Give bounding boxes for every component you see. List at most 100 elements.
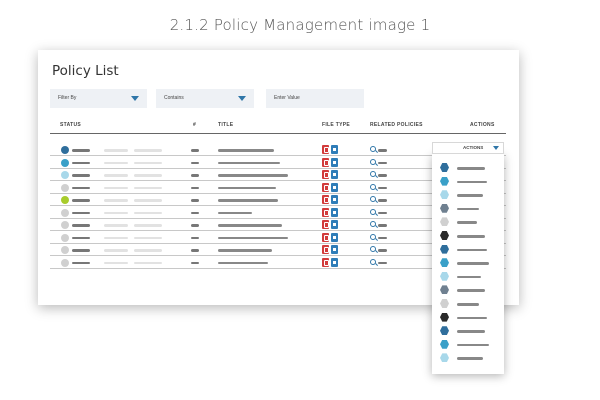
chevron-down-icon <box>238 96 246 101</box>
actions-menu-item[interactable] <box>432 271 504 284</box>
title-link-placeholder[interactable] <box>218 211 252 214</box>
number-placeholder <box>191 224 199 227</box>
related-policies-placeholder[interactable] <box>378 186 387 189</box>
menu-item-label-placeholder <box>457 221 477 224</box>
doc-icon[interactable] <box>331 220 338 229</box>
pdf-icon[interactable] <box>322 220 329 229</box>
pdf-icon[interactable] <box>322 182 329 192</box>
related-policies-placeholder[interactable] <box>378 174 387 177</box>
search-icon[interactable] <box>370 158 376 165</box>
search-icon[interactable] <box>370 146 376 152</box>
title-link-placeholder[interactable] <box>218 261 268 264</box>
related-policies-placeholder[interactable] <box>378 149 387 152</box>
actions-menu-item[interactable] <box>432 216 504 229</box>
actions-menu-item[interactable] <box>432 257 504 270</box>
actions-menu-item[interactable] <box>432 284 504 297</box>
actions-button-label: ACTIONS <box>463 145 484 150</box>
filter-by-select[interactable]: Filter By <box>50 89 147 108</box>
doc-icon[interactable] <box>331 195 338 204</box>
pdf-icon[interactable] <box>322 145 329 154</box>
status-text-placeholder <box>72 261 90 264</box>
actions-menu-item[interactable] <box>432 352 504 365</box>
title-link-placeholder[interactable] <box>218 236 288 239</box>
pdf-icon[interactable] <box>322 257 329 267</box>
doc-icon[interactable] <box>331 170 338 179</box>
status-dot <box>61 233 69 242</box>
title-link-placeholder[interactable] <box>218 186 276 189</box>
actions-menu-item[interactable] <box>432 189 504 202</box>
header-title[interactable]: TITLE <box>218 122 233 128</box>
header-number[interactable]: # <box>193 122 196 128</box>
doc-icon[interactable] <box>331 157 338 167</box>
title-link-placeholder[interactable] <box>218 249 272 252</box>
menu-item-label-placeholder <box>457 262 489 265</box>
pdf-icon[interactable] <box>322 245 329 254</box>
status-text-placeholder <box>72 236 90 239</box>
search-icon[interactable] <box>370 233 376 240</box>
search-icon[interactable] <box>370 221 376 227</box>
actions-menu-item[interactable] <box>432 230 504 243</box>
status-dot <box>61 246 69 254</box>
menu-item-label-placeholder <box>457 167 485 170</box>
pdf-icon[interactable] <box>322 232 329 242</box>
title-link-placeholder[interactable] <box>218 224 282 227</box>
doc-icon[interactable] <box>331 207 338 217</box>
doc-icon[interactable] <box>331 145 338 154</box>
pdf-icon[interactable] <box>322 195 329 204</box>
enter-value-input[interactable]: Enter Value <box>266 89 364 108</box>
hexagon-icon <box>440 339 449 349</box>
status-text-placeholder <box>72 149 90 152</box>
search-icon[interactable] <box>370 171 376 177</box>
menu-item-label-placeholder <box>457 303 479 306</box>
header-actions[interactable]: ACTIONS <box>470 122 495 128</box>
related-policies-placeholder[interactable] <box>378 199 387 202</box>
related-policies-placeholder[interactable] <box>378 211 387 214</box>
menu-item-label-placeholder <box>457 316 487 320</box>
doc-icon[interactable] <box>331 232 338 242</box>
doc-icon[interactable] <box>331 245 338 254</box>
title-link-placeholder[interactable] <box>218 174 288 177</box>
pdf-icon[interactable] <box>322 157 329 167</box>
actions-menu-item[interactable] <box>432 162 504 175</box>
status-dot <box>61 183 69 192</box>
actions-menu-item[interactable] <box>432 244 504 257</box>
hexagon-icon <box>440 217 449 227</box>
actions-button[interactable]: ACTIONS <box>432 142 504 154</box>
search-icon[interactable] <box>370 183 376 190</box>
header-related-policies[interactable]: RELATED POLICIES <box>370 122 423 128</box>
text-placeholder <box>134 199 162 202</box>
header-status[interactable]: STATUS <box>60 122 81 128</box>
pdf-icon[interactable] <box>322 170 329 179</box>
title-link-placeholder[interactable] <box>218 161 280 164</box>
title-link-placeholder[interactable] <box>218 149 274 152</box>
doc-icon[interactable] <box>331 257 338 267</box>
search-icon[interactable] <box>370 196 376 202</box>
header-file-type[interactable]: FILE TYPE <box>322 122 350 128</box>
related-policies-placeholder[interactable] <box>378 249 387 252</box>
actions-menu-item[interactable] <box>432 312 504 325</box>
related-policies-placeholder[interactable] <box>378 224 387 227</box>
actions-menu-item[interactable] <box>432 298 504 311</box>
related-policies-placeholder[interactable] <box>378 161 387 164</box>
menu-item-label-placeholder <box>457 275 481 279</box>
search-icon[interactable] <box>370 246 376 252</box>
actions-menu-item[interactable] <box>432 176 504 189</box>
search-icon[interactable] <box>370 258 376 265</box>
pdf-icon[interactable] <box>322 207 329 217</box>
text-placeholder <box>104 261 128 264</box>
actions-menu-item[interactable] <box>432 339 504 352</box>
status-text-placeholder <box>72 186 90 189</box>
title-link-placeholder[interactable] <box>218 199 278 202</box>
menu-item-label-placeholder <box>457 194 483 197</box>
text-placeholder <box>104 211 128 214</box>
contains-select[interactable]: Contains <box>156 89 254 108</box>
hexagon-icon <box>440 203 449 213</box>
actions-menu-item[interactable] <box>432 203 504 216</box>
hexagon-icon <box>440 312 449 322</box>
related-policies-placeholder[interactable] <box>378 236 387 239</box>
related-policies-placeholder[interactable] <box>378 261 387 264</box>
hexagon-icon <box>440 285 449 295</box>
search-icon[interactable] <box>370 208 376 215</box>
doc-icon[interactable] <box>331 182 338 192</box>
actions-menu-item[interactable] <box>432 325 504 338</box>
